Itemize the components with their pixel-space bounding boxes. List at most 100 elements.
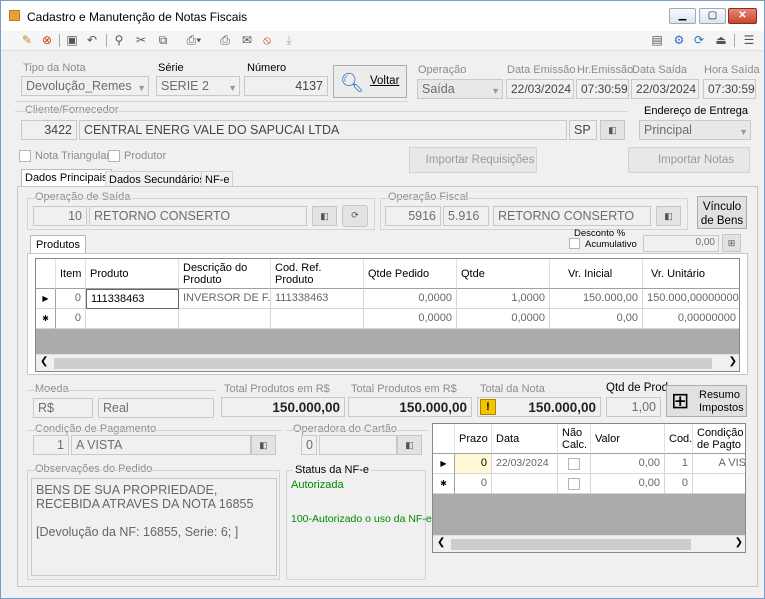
table-cell[interactable]: 0 <box>455 474 492 494</box>
col-valor[interactable]: Valor <box>591 424 665 454</box>
search-icon[interactable]: ⚲ <box>111 33 127 48</box>
cliente-lookup-button[interactable]: ◧ <box>600 120 625 140</box>
col-item[interactable]: Item <box>56 259 86 289</box>
voltar-button[interactable]: 🔍︎ Voltar <box>333 65 407 98</box>
scroll-right-icon[interactable]: ❯ <box>729 356 737 367</box>
opsaida-refresh-button[interactable]: ⟳ <box>342 205 368 227</box>
cartao-name-field <box>319 435 397 455</box>
minimize-button[interactable]: ▁ <box>669 8 696 24</box>
undo-icon[interactable]: ↶ <box>84 33 100 48</box>
col-nao-calc[interactable]: Não Calc. <box>558 424 591 454</box>
vinculo-bens-button[interactable]: Vínculo de Bens <box>697 196 747 229</box>
table-cell[interactable]: 0 <box>455 454 492 474</box>
scroll-right-icon[interactable]: ❯ <box>735 537 743 548</box>
importar-notas-button[interactable]: Importar Notas <box>628 147 750 173</box>
col-vr-unitario[interactable]: Vr. Unitário <box>643 259 739 289</box>
edit-icon[interactable]: ✎ <box>19 33 35 48</box>
col-data[interactable]: Data <box>492 424 558 454</box>
window-icon[interactable]: ▤ <box>649 33 665 48</box>
table-cell: 111338463 <box>271 289 364 309</box>
importar-requisicoes-button[interactable]: Importar Requisições <box>409 147 537 173</box>
download-icon[interactable]: ⤓ <box>281 33 297 48</box>
tipo-select[interactable]: Devolução_Remes ▼ <box>21 76 149 96</box>
tipo-label: Tipo da Nota <box>23 62 86 74</box>
total-produtos-label: Total Produtos em R$ <box>224 383 330 395</box>
block-icon[interactable]: ⦸ <box>259 33 275 48</box>
nao-calc-checkbox[interactable] <box>568 458 580 470</box>
table-cell: 0,00 <box>550 309 643 329</box>
col-prazo[interactable]: Prazo <box>455 424 492 454</box>
opfiscal-code-field[interactable]: 5916 <box>385 206 441 226</box>
pagamento-code-field[interactable]: 1 <box>33 435 69 455</box>
col-cod-ref[interactable]: Cod. Ref. Produto <box>271 259 364 289</box>
horizontal-scrollbar[interactable]: ❮ ❯ <box>36 354 739 371</box>
resumo-impostos-button[interactable]: ⊞ Resumo Impostos <box>666 385 747 417</box>
col-cod[interactable]: Cod. <box>665 424 693 454</box>
col-qtde-pedido[interactable]: Qtde Pedido <box>364 259 457 289</box>
nota-triangular-checkbox[interactable] <box>19 150 31 162</box>
opsaida-lookup-button[interactable]: ◧ <box>312 206 337 226</box>
hr-emissao-field[interactable]: 07:30:59 <box>576 79 629 99</box>
close-button[interactable]: ✕ <box>728 8 757 24</box>
print-dropdown-icon[interactable]: ⎙▾ <box>181 33 207 48</box>
obs-textarea[interactable]: BENS DE SUA PROPRIEDADE, RECEBIDA ATRAVE… <box>31 478 277 576</box>
tools-icon[interactable]: ⚙ <box>671 33 687 48</box>
produtos-grid: Item Produto Descrição do Produto Cod. R… <box>35 258 740 372</box>
numero-field[interactable]: 4137 <box>244 76 328 96</box>
opsaida-code-field[interactable]: 10 <box>33 206 87 226</box>
tab-dados-principais[interactable]: Dados Principais <box>21 169 112 187</box>
table-cell[interactable]: 111338463 <box>86 289 179 309</box>
scroll-thumb[interactable] <box>451 539 691 550</box>
desconto-calc-button[interactable]: ⊞ <box>722 234 741 252</box>
parcelas-grid: Prazo Data Não Calc. Valor Cod. Condição… <box>432 423 746 553</box>
cartao-code-field[interactable]: 0 <box>301 435 317 455</box>
cancel-icon[interactable]: ⊗ <box>39 33 55 48</box>
maximize-button[interactable]: ▢ <box>699 8 726 24</box>
copy-icon[interactable]: ⧉ <box>155 33 171 48</box>
scroll-left-icon[interactable]: ❮ <box>437 537 445 548</box>
col-condicao[interactable]: Condição de Pagto <box>693 424 745 454</box>
desconto-label: Desconto % <box>574 228 626 239</box>
opfiscal-lookup-button[interactable]: ◧ <box>656 206 681 226</box>
pagamento-lookup-button[interactable]: ◧ <box>251 435 276 455</box>
total-produtos-2-field: 150.000,00 <box>348 397 472 417</box>
col-vr-inicial[interactable]: Vr. Inicial <box>550 259 643 289</box>
refresh-icon[interactable]: ⟳ <box>691 33 707 48</box>
operacao-select[interactable]: Saída ▼ <box>417 79 503 99</box>
table-cell[interactable] <box>86 309 179 329</box>
produtor-checkbox[interactable] <box>108 150 120 162</box>
hora-saida-field[interactable]: 07:30:59 <box>703 79 756 99</box>
row-indicator-icon: ▶ <box>36 289 56 309</box>
col-descricao[interactable]: Descrição do Produto <box>179 259 271 289</box>
table-cell <box>492 474 558 494</box>
data-emissao-field[interactable]: 22/03/2024 <box>506 79 574 99</box>
moeda-code-field[interactable]: R$ <box>33 398 93 418</box>
mail-icon[interactable]: ✉ <box>239 33 255 48</box>
table-cell: 1 <box>665 454 693 474</box>
cliente-code-field[interactable]: 3422 <box>21 120 77 140</box>
status-message: 100-Autorizado o uso da NF-e <box>291 513 432 525</box>
parcelas-scrollbar[interactable]: ❮ ❯ <box>433 535 745 552</box>
cliente-uf-field: SP <box>569 120 597 140</box>
scroll-thumb[interactable] <box>54 358 712 369</box>
window-title: Cadastro e Manutenção de Notas Fiscais <box>27 10 248 24</box>
moeda-name-field: Real <box>98 398 214 418</box>
exit-icon[interactable]: ⏏ <box>713 33 729 48</box>
col-qtde[interactable]: Qtde <box>457 259 550 289</box>
serie-select[interactable]: SERIE 2 ▼ <box>156 76 240 96</box>
col-produto[interactable]: Produto <box>86 259 179 289</box>
table-cell: 0,00 <box>591 454 665 474</box>
save-icon[interactable]: ▣ <box>64 33 80 48</box>
nao-calc-checkbox[interactable] <box>568 478 580 490</box>
tab-produtos[interactable]: Produtos <box>30 235 87 254</box>
endereco-select[interactable]: Principal ▼ <box>639 120 751 140</box>
data-saida-field[interactable]: 22/03/2024 <box>631 79 699 99</box>
desconto-field[interactable]: 0,00 <box>643 235 719 252</box>
warning-icon[interactable]: ! <box>480 399 496 415</box>
cartao-lookup-button[interactable]: ◧ <box>397 435 422 455</box>
scissors-icon[interactable]: ✂ <box>133 33 149 48</box>
acumulativo-checkbox[interactable] <box>569 238 580 249</box>
menu-icon[interactable]: ☰ <box>741 33 757 48</box>
printer-icon[interactable]: ⎙ <box>217 33 233 48</box>
scroll-left-icon[interactable]: ❮ <box>40 356 48 367</box>
